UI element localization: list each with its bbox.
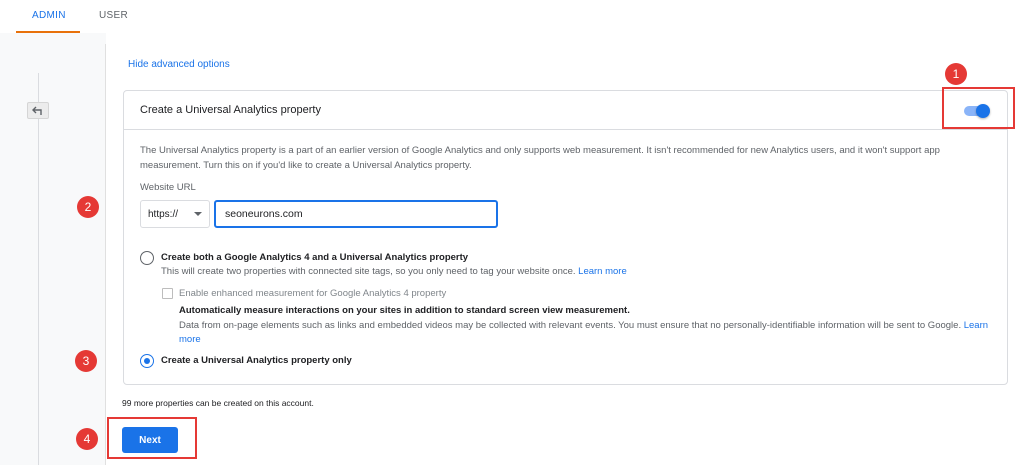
chevron-down-icon: [194, 212, 202, 216]
back-button[interactable]: [27, 102, 49, 119]
tab-user[interactable]: USER: [99, 10, 128, 21]
next-highlight-box: [107, 417, 197, 459]
tab-admin[interactable]: ADMIN: [32, 10, 66, 21]
hide-advanced-options-link[interactable]: Hide advanced options: [128, 59, 230, 70]
enhanced-measurement-checkbox[interactable]: [162, 288, 173, 299]
protocol-select[interactable]: https://: [140, 200, 210, 228]
option-ua-only-label[interactable]: Create a Universal Analytics property on…: [161, 355, 352, 366]
create-both-sub-text: This will create two properties with con…: [161, 266, 576, 277]
enhanced-measurement-note: Data from on-page elements such as links…: [179, 319, 999, 347]
radio-ua-only[interactable]: [140, 354, 154, 368]
step-marker-2: 2: [77, 196, 99, 218]
enhanced-note-text: Data from on-page elements such as links…: [179, 320, 962, 331]
back-arrow-icon: [32, 106, 42, 115]
enhanced-measurement-label: Enable enhanced measurement for Google A…: [179, 288, 447, 299]
option-create-both-label[interactable]: Create both a Google Analytics 4 and a U…: [161, 252, 468, 263]
left-rail: [0, 33, 106, 465]
toggle-highlight-box: [942, 87, 1015, 129]
ua-description: The Universal Analytics property is a pa…: [140, 145, 940, 171]
step-rail-line: [38, 73, 39, 465]
learn-more-link[interactable]: Learn more: [578, 266, 627, 277]
protocol-value: https://: [148, 209, 179, 220]
enhanced-measurement-heading: Automatically measure interactions on yo…: [179, 305, 630, 316]
step-marker-4: 4: [76, 428, 98, 450]
option-create-both-description: This will create two properties with con…: [161, 266, 627, 277]
step-marker-1: 1: [945, 63, 967, 85]
radio-create-both[interactable]: [140, 251, 154, 265]
card-header: Create a Universal Analytics property: [124, 91, 1007, 130]
step-marker-3: 3: [75, 350, 97, 372]
properties-remaining-text: 99 more properties can be created on thi…: [122, 398, 314, 408]
website-url-input[interactable]: [214, 200, 498, 228]
card-title: Create a Universal Analytics property: [140, 104, 321, 116]
top-tabs: ADMIN USER: [0, 0, 1024, 33]
website-url-label: Website URL: [140, 182, 196, 193]
